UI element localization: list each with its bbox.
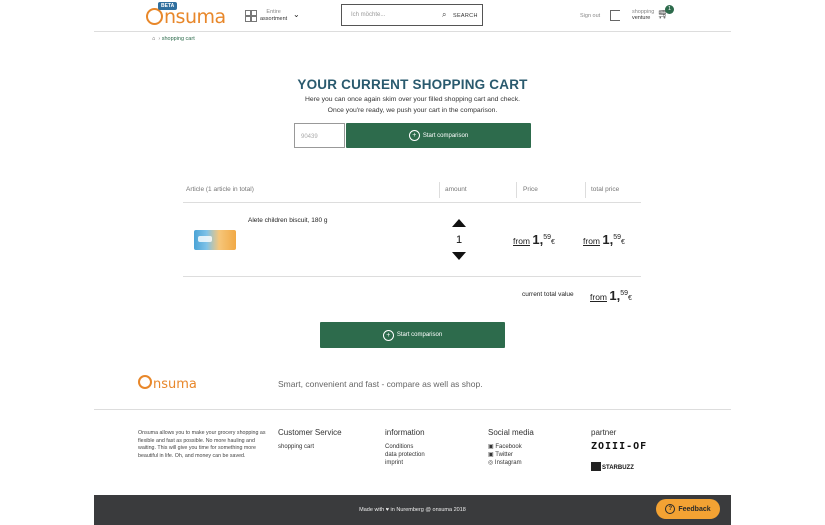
partner-logo-1[interactable]: ZOIII-OF <box>591 441 647 452</box>
starbuzz-label: STARBUZZ <box>602 465 634 471</box>
search-bar[interactable]: Ich möchte... ⌕ SEARCH <box>341 4 483 26</box>
information-heading: information <box>385 428 425 437</box>
sign-out-link[interactable]: Sign out <box>580 13 600 19</box>
made-with-text: Made with ♥ in Nuremberg @ onsuma 2018 <box>359 507 466 513</box>
compare-icon: + <box>408 130 420 141</box>
twitter-link[interactable]: ▣ Twitter <box>488 451 513 459</box>
zip-code-input[interactable]: 90439 <box>294 123 345 148</box>
summary-currency: € <box>628 295 632 302</box>
increase-quantity-icon[interactable] <box>452 219 466 227</box>
col-divider <box>516 182 517 198</box>
header-article: Article (1 article in total) <box>186 186 254 193</box>
logo-o-icon <box>146 8 163 25</box>
search-button[interactable]: SEARCH <box>453 13 478 19</box>
facebook-link[interactable]: ▣ Facebook <box>488 443 522 451</box>
price-from: from <box>513 236 530 246</box>
quantity-value: 1 <box>455 234 463 246</box>
footer-logo[interactable]: nsuma <box>138 375 197 392</box>
cart-count-badge: 1 <box>665 5 674 14</box>
assortment-menu[interactable]: Entire assortment <box>260 9 287 23</box>
total-main: 1, <box>602 232 614 247</box>
search-input[interactable]: Ich möchte... <box>351 12 385 18</box>
search-icon[interactable]: ⌕ <box>442 10 446 20</box>
footer-divider <box>94 409 731 410</box>
price-currency: € <box>551 239 555 246</box>
beta-badge: BETA <box>158 2 178 10</box>
starbuzz-icon <box>591 462 601 471</box>
table-row-divider <box>183 276 641 277</box>
price-cents: 59 <box>543 234 552 241</box>
facebook-label: Facebook <box>495 444 522 450</box>
instagram-icon: ◎ <box>488 460 495 466</box>
header-amount: amount <box>445 186 467 193</box>
row-total-price: from 1,59€ <box>583 232 625 247</box>
decrease-quantity-icon[interactable] <box>452 252 466 260</box>
start-comparison-button-top[interactable]: + Start comparison <box>346 123 531 148</box>
total-currency: € <box>621 239 625 246</box>
customer-service-heading: Customer Service <box>278 428 342 437</box>
twitter-label: Twitter <box>495 452 513 458</box>
header-divider <box>94 31 731 32</box>
summary-main: 1, <box>609 288 621 303</box>
header-total-price: total price <box>591 186 620 193</box>
breadcrumb: ⌂ › shopping cart <box>152 36 195 42</box>
assortment-top: Entire <box>266 9 281 15</box>
total-cents: 59 <box>613 234 622 241</box>
logo-o-icon <box>138 375 152 389</box>
chevron-down-icon[interactable]: ⌄ <box>293 10 300 19</box>
footer-link-shopping-cart[interactable]: shopping cart <box>278 443 314 451</box>
footer-tagline: Smart, convenient and fast - compare as … <box>278 379 483 389</box>
start-comparison-button-bottom[interactable]: + Start comparison <box>320 322 505 348</box>
question-icon: ? <box>665 504 676 514</box>
intro-line-1: Here you can once again skim over your f… <box>305 96 520 103</box>
feedback-button[interactable]: ? Feedback <box>656 499 720 519</box>
feedback-label: Feedback <box>678 505 711 513</box>
compare-label: Start comparison <box>396 332 443 338</box>
col-divider <box>585 182 586 198</box>
unit-price: from 1,59€ <box>513 232 555 247</box>
footer-about-text: Onsuma allows you to make your grocery s… <box>138 430 266 459</box>
assortment-bottom: assortment <box>260 16 288 22</box>
summary-from: from <box>590 292 607 302</box>
shopping-venture-link[interactable]: shopping venture <box>632 9 654 21</box>
table-header-divider <box>183 202 641 203</box>
cart-label-bottom: venture <box>632 15 651 21</box>
footer-link-conditions[interactable]: Conditions <box>385 443 413 451</box>
social-media-heading: Social media <box>488 428 534 437</box>
current-total-value: from 1,59€ <box>590 288 632 303</box>
page-title: YOUR CURRENT SHOPPING CART <box>297 77 528 92</box>
sign-out-icon[interactable] <box>610 10 620 21</box>
partner-logo-starbuzz[interactable]: STARBUZZ <box>591 462 634 471</box>
header-price: Price <box>523 186 538 193</box>
compare-icon: + <box>382 329 394 341</box>
compare-label: Start comparison <box>422 132 469 139</box>
product-name[interactable]: Alete children biscuit, 180 g <box>248 217 328 224</box>
breadcrumb-current[interactable]: shopping cart <box>162 36 195 42</box>
total-from: from <box>583 236 600 246</box>
instagram-link[interactable]: ◎ Instagram <box>488 459 522 467</box>
footer-link-imprint[interactable]: imprint <box>385 459 403 467</box>
current-total-label: current total value <box>522 291 574 298</box>
intro-line-2: Once you're ready, we push your cart in … <box>327 107 498 114</box>
grid-icon[interactable] <box>245 10 257 22</box>
summary-cents: 59 <box>620 290 629 297</box>
price-main: 1, <box>532 232 544 247</box>
instagram-label: Instagram <box>494 460 522 466</box>
product-image[interactable] <box>194 230 236 250</box>
footer-logo-text: nsuma <box>153 377 197 392</box>
home-icon[interactable]: ⌂ <box>152 36 155 42</box>
col-divider <box>439 182 440 198</box>
partner-heading: partner <box>591 428 617 437</box>
footer-link-data-protection[interactable]: data protection <box>385 451 425 459</box>
